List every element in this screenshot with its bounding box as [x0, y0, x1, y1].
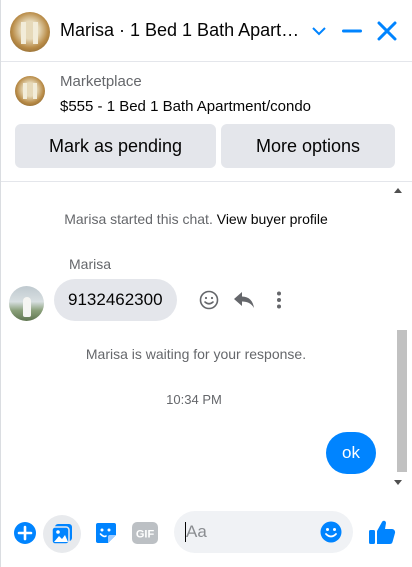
more-options-button[interactable]: More options [221, 124, 395, 168]
mark-as-pending-button[interactable]: Mark as pending [15, 124, 216, 168]
minimize-icon[interactable] [339, 18, 365, 44]
outgoing-message-bubble[interactable]: ok [326, 432, 376, 474]
message-input-container[interactable] [174, 511, 353, 553]
more-actions-icon[interactable] [267, 288, 291, 312]
message-input[interactable] [186, 521, 316, 543]
waiting-status: Marisa is waiting for your response. [85, 346, 307, 362]
like-icon[interactable] [367, 517, 397, 547]
sticker-icon[interactable] [93, 520, 119, 546]
message-thread[interactable]: Marisa started this chat. View buyer pro… [1, 182, 412, 492]
add-icon[interactable] [12, 520, 38, 546]
gif-icon[interactable]: GIF [132, 520, 158, 546]
listing-avatar[interactable] [10, 12, 50, 52]
message-timestamp: 10:34 PM [166, 392, 222, 407]
photo-icon[interactable] [43, 515, 81, 553]
close-icon[interactable] [374, 18, 400, 44]
reply-icon[interactable] [232, 288, 256, 312]
view-buyer-profile-link[interactable]: View buyer profile [217, 211, 328, 227]
chat-intro-text: Marisa started this chat. [64, 211, 213, 227]
react-emoji-icon[interactable] [197, 288, 221, 312]
chevron-down-icon[interactable] [306, 18, 332, 44]
scroll-up-arrow-icon[interactable] [394, 188, 402, 193]
message-composer: GIF [1, 492, 412, 567]
chat-window: Marisa · 1 Bed 1 Bath Apartment/condo Ma… [0, 0, 412, 567]
listing-title[interactable]: $555 - 1 Bed 1 Bath Apartment/condo [60, 98, 311, 115]
sender-name: Marisa [69, 256, 112, 272]
scroll-down-arrow-icon[interactable] [394, 480, 402, 485]
avatar[interactable] [9, 286, 44, 321]
marketplace-label: Marketplace [60, 73, 142, 90]
chat-header: Marisa · 1 Bed 1 Bath Apartment/condo [1, 0, 412, 62]
incoming-message-bubble[interactable]: 9132462300 [54, 279, 177, 321]
emoji-icon[interactable] [318, 519, 344, 545]
listing-thumbnail[interactable] [15, 76, 45, 106]
listing-card: Marketplace $555 - 1 Bed 1 Bath Apartmen… [1, 62, 412, 182]
svg-text:GIF: GIF [136, 529, 155, 541]
scrollbar-thumb[interactable] [397, 330, 407, 472]
chat-title[interactable]: Marisa · 1 Bed 1 Bath Apartment/condo [60, 20, 304, 41]
chat-intro: Marisa started this chat. View buyer pro… [1, 211, 391, 227]
